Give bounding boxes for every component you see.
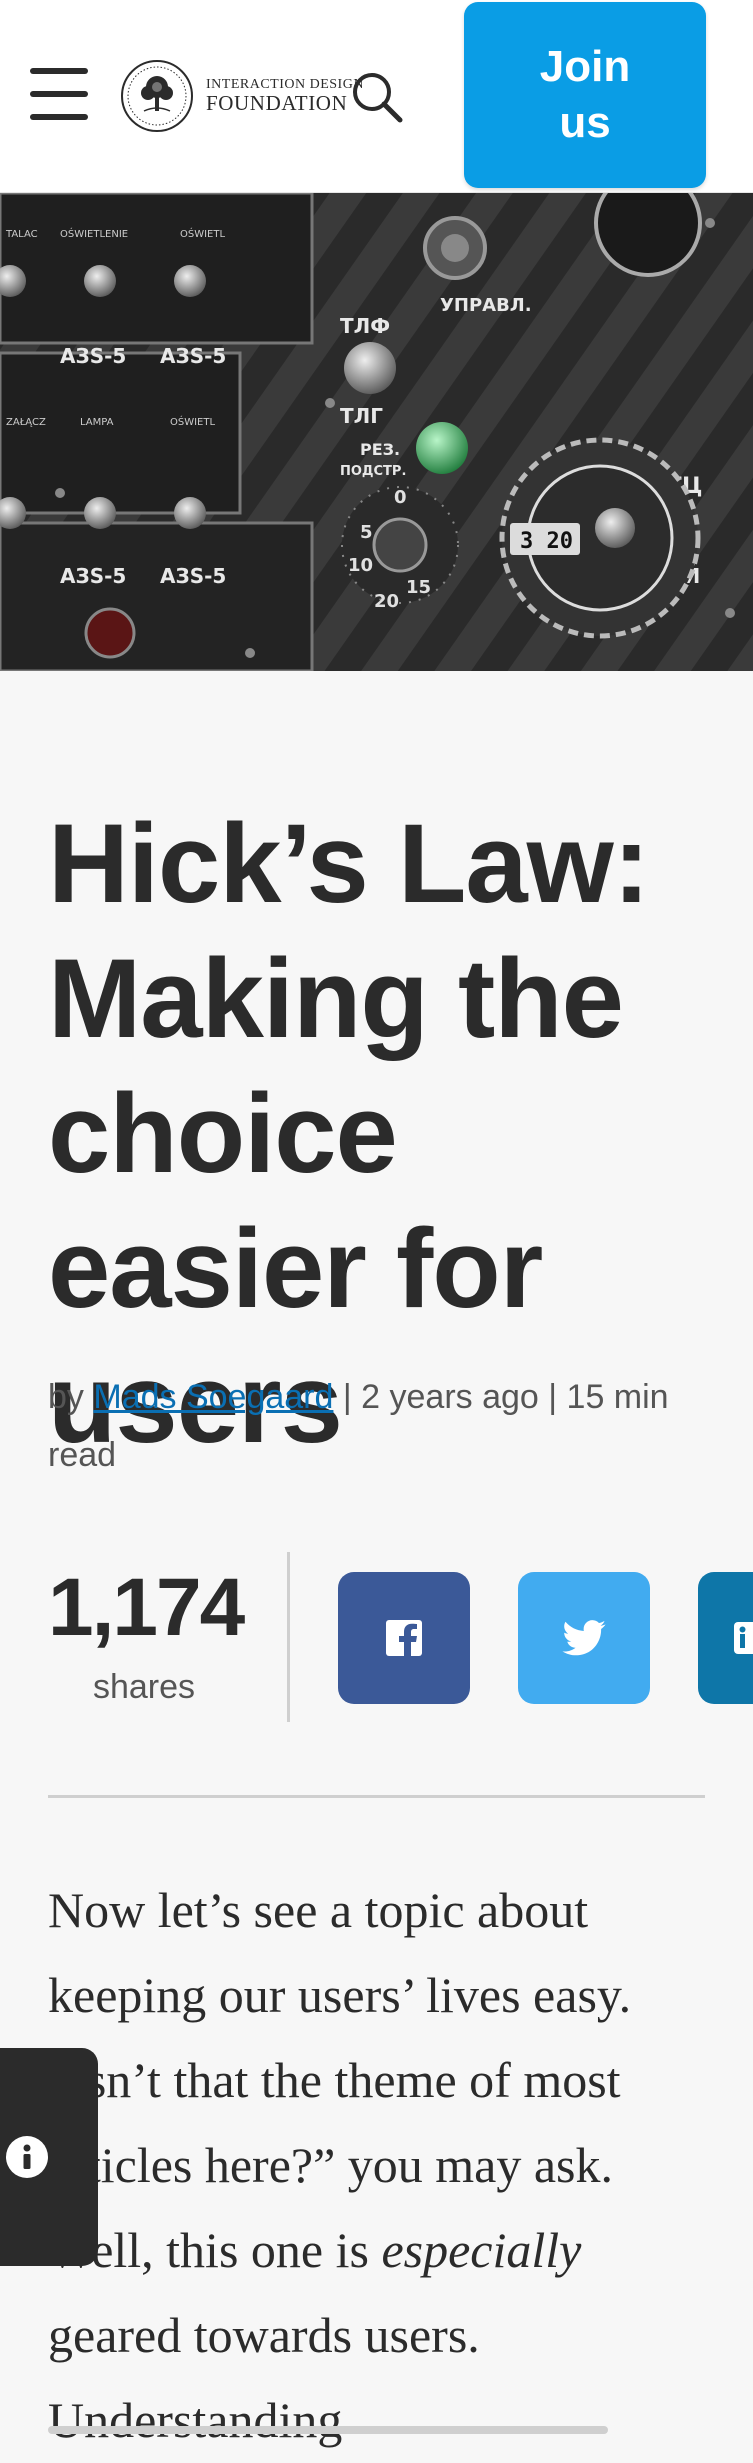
site-header: INTERACTION DESIGN FOUNDATION Join us [0, 0, 753, 193]
shares-count: 1,174 [48, 1562, 245, 1653]
svg-text:3 20: 3 20 [520, 529, 573, 554]
ixdf-logo[interactable]: INTERACTION DESIGN FOUNDATION [120, 58, 364, 134]
svg-text:10: 10 [348, 555, 373, 576]
info-icon [6, 2136, 48, 2178]
info-tab[interactable] [0, 2048, 98, 2266]
svg-text:АЗS-5: АЗS-5 [160, 564, 226, 588]
svg-text:УПРАВЛ.: УПРАВЛ. [440, 295, 532, 316]
byline-prefix: by [48, 1378, 84, 1416]
logo-wordmark: INTERACTION DESIGN FOUNDATION [206, 76, 364, 116]
svg-text:ТЛФ: ТЛФ [340, 314, 390, 338]
svg-text:АЗS-5: АЗS-5 [160, 344, 226, 368]
join-us-button[interactable]: Join us [464, 2, 706, 188]
control-panel-illustration: АЗS-5 АЗS-5 АЗS-5 АЗS-5 ТЛФ ТЛГ РЕЗ. ПОДСТР… [0, 193, 753, 671]
hamburger-icon[interactable] [28, 64, 92, 124]
body-emphasis: especially [381, 2222, 582, 2278]
svg-text:ТЛГ: ТЛГ [340, 404, 383, 428]
svg-text:РЕЗ.: РЕЗ. [360, 440, 400, 459]
search-icon[interactable] [350, 70, 404, 124]
svg-text:5: 5 [360, 522, 373, 543]
twitter-icon [562, 1620, 606, 1656]
svg-text:TALAC: TALAC [5, 229, 38, 240]
svg-text:ZAŁĄCZ: ZAŁĄCZ [6, 417, 46, 428]
logo-line2: FOUNDATION [206, 91, 348, 116]
horizontal-scrollbar[interactable] [48, 2426, 608, 2434]
facebook-share-button[interactable] [338, 1572, 470, 1704]
logo-line1: INTERACTION DESIGN [206, 76, 364, 92]
svg-text:АЗS-5: АЗS-5 [60, 564, 126, 588]
shares-divider [287, 1552, 290, 1722]
article-body: Now let’s see a topic about keeping our … [48, 1868, 708, 2463]
twitter-share-button[interactable] [518, 1572, 650, 1704]
article-byline: by Mads Soegaard | 2 years ago | 15 min … [48, 1368, 708, 1484]
svg-text:ПОДСТР.: ПОДСТР. [340, 464, 406, 479]
svg-text:OŚWIETL: OŚWIETL [170, 415, 215, 428]
author-link[interactable]: Mads Soegaard [93, 1378, 333, 1416]
body-text-start: Now let’s see a topic about keeping our … [48, 1882, 632, 2278]
svg-text:OŚWIETL: OŚWIETL [180, 227, 225, 240]
svg-text:20: 20 [374, 591, 399, 612]
svg-text:OŚWIETLENIE: OŚWIETLENIE [60, 227, 128, 240]
logo-tree-icon [121, 60, 193, 132]
hero-image: АЗS-5 АЗS-5 АЗS-5 АЗS-5 ТЛФ ТЛГ РЕЗ. ПОДСТР… [0, 193, 753, 671]
svg-text:0: 0 [394, 487, 407, 508]
svg-text:15: 15 [406, 577, 431, 598]
linkedin-share-button[interactable] [698, 1572, 753, 1704]
svg-text:LAMPA: LAMPA [80, 417, 114, 428]
svg-text:АЗS-5: АЗS-5 [60, 344, 126, 368]
facebook-icon [386, 1620, 422, 1656]
section-divider [48, 1795, 705, 1798]
shares-label: shares [92, 1668, 196, 1706]
linkedin-icon [734, 1622, 753, 1654]
